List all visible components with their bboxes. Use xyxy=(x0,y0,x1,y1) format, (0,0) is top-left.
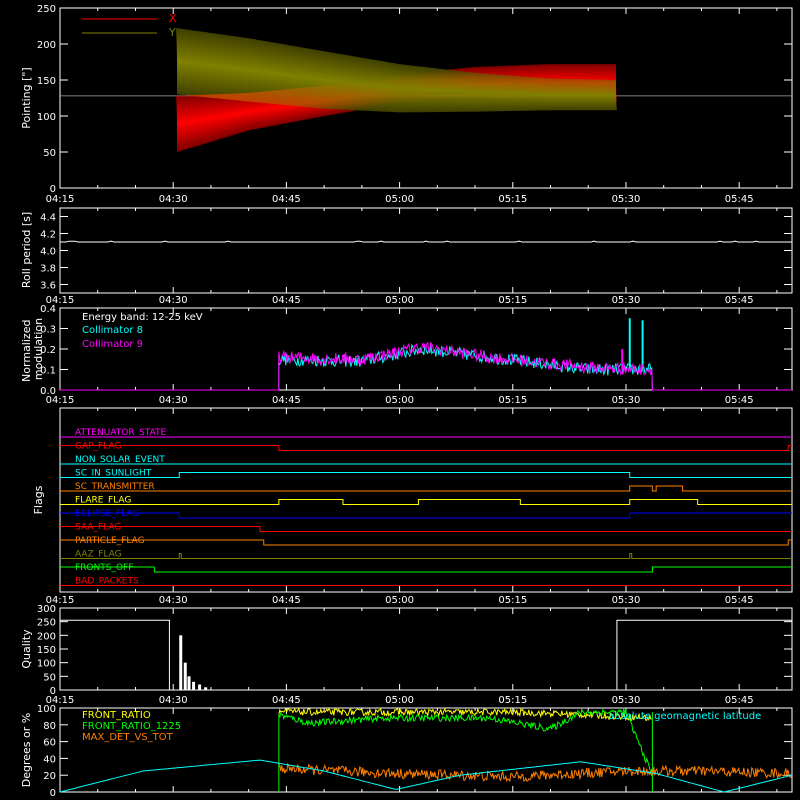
legend-collimator-9: Collimator 9 xyxy=(82,339,143,350)
ratios-y-tick-label: 20 xyxy=(43,771,56,782)
x-tick-label: 05:00 xyxy=(385,194,414,205)
x-tick-label: 05:30 xyxy=(612,395,641,406)
flag-label-sc-transmitter: SC_TRANSMITTER xyxy=(75,482,155,492)
x-tick-label: 04:45 xyxy=(272,295,301,306)
x-tick-label: 04:30 xyxy=(159,695,188,706)
x-tick-label: 05:00 xyxy=(385,395,414,406)
flag-label-gap-flag: GAP_FLAG xyxy=(75,442,121,452)
pointing-y-tick-label: 250 xyxy=(37,4,56,15)
quality-y-tick-label: 250 xyxy=(37,618,56,629)
rhessi-quicklook-figure: Pointing ["] 0 50 100 150 200 250 04:15 04:30 04… xyxy=(0,0,800,800)
energy-band-annotation: Energy band: 12-25 keV xyxy=(82,312,203,323)
x-tick-label: 05:30 xyxy=(612,194,641,205)
ratios-y-tick-label: 80 xyxy=(43,721,56,732)
quality-bar xyxy=(187,676,191,690)
quality-y-tick-label: 100 xyxy=(37,659,56,670)
pointing-y-tick-label: 50 xyxy=(43,148,56,159)
quality-y-tick-label: 300 xyxy=(37,604,56,615)
x-tick-label: 04:30 xyxy=(159,595,188,606)
quality-y-tick-label: 150 xyxy=(37,645,56,656)
flag-label-sc-in-sunlight: SC_IN_SUNLIGHT xyxy=(75,469,152,479)
flags-ylabel: Flags xyxy=(32,485,45,514)
legend-y-label: Y xyxy=(168,26,176,39)
legend-front-ratio-1225: FRONT_RATIO_1225 xyxy=(82,721,181,732)
roll-y-tick-label: 4.4 xyxy=(40,213,56,224)
x-tick-label: 05:15 xyxy=(498,194,527,205)
x-tick-label: 05:15 xyxy=(498,695,527,706)
quality-y-tick-label: 200 xyxy=(37,631,56,642)
x-tick-label: 05:45 xyxy=(725,194,754,205)
modulation-y-tick-label: 0.1 xyxy=(40,366,56,377)
x-tick-label: 05:30 xyxy=(612,595,641,606)
x-tick-label: 05:45 xyxy=(725,595,754,606)
flag-label-bad-packets: BAD_PACKETS xyxy=(75,577,139,587)
quality-bar xyxy=(198,684,202,690)
modulation-y-tick-label: 0.2 xyxy=(40,345,56,356)
x-tick-label: 05:30 xyxy=(612,295,641,306)
x-tick-label: 05:15 xyxy=(498,295,527,306)
x-tick-label: 04:45 xyxy=(272,695,301,706)
quality-bar xyxy=(192,681,196,690)
x-tick-label: 04:30 xyxy=(159,194,188,205)
geomagnetic-latitude-label: absolute geomagnetic latitude xyxy=(608,711,761,722)
x-tick-label: 05:00 xyxy=(385,295,414,306)
x-tick-label: 04:45 xyxy=(272,595,301,606)
x-tick-label: 05:15 xyxy=(498,595,527,606)
x-tick-label: 04:30 xyxy=(159,295,188,306)
flag-label-aaz-flag: AAZ_FLAG xyxy=(75,550,122,560)
ratios-y-tick-label: 0 xyxy=(50,788,56,799)
x-tick-label: 04:15 xyxy=(46,194,75,205)
legend-front-ratio: FRONT_RATIO xyxy=(82,710,151,721)
roll-y-tick-label: 3.8 xyxy=(40,264,56,275)
pointing-ylabel: Pointing ["] xyxy=(20,67,33,128)
pointing-y-tick-label: 100 xyxy=(37,112,56,123)
flag-label-saa-flag: SAA_FLAG xyxy=(75,523,121,533)
flag-label-eclipse-flag: ECLIPSE_FLAG xyxy=(75,509,139,519)
quality-bar xyxy=(204,687,208,690)
ratios-ylabel: Degrees or % xyxy=(20,713,33,787)
x-tick-label: 05:45 xyxy=(725,295,754,306)
modulation-y-tick-label: 0.4 xyxy=(40,304,56,315)
flag-label-fronts-off: FRONTS_OFF xyxy=(75,563,133,573)
x-tick-label: 05:45 xyxy=(725,695,754,706)
quality-ylabel: Quality xyxy=(20,629,33,669)
legend-x-label: X xyxy=(169,12,177,25)
ratios-y-tick-label: 60 xyxy=(43,738,56,749)
x-tick-label: 05:00 xyxy=(385,695,414,706)
legend-max-det-vs-tot: MAX_DET_VS_TOT xyxy=(82,732,174,743)
flag-label-particle-flag: PARTICLE_FLAG xyxy=(75,536,145,546)
roll-y-tick-label: 4.2 xyxy=(40,230,56,241)
flag-label-flare-flag: FLARE_FLAG xyxy=(75,496,131,506)
x-tick-label: 04:15 xyxy=(46,395,75,406)
x-tick-label: 05:15 xyxy=(498,395,527,406)
modulation-y-tick-label: 0.3 xyxy=(40,325,56,336)
flag-label-non-solar-event: NON_SOLAR_EVENT xyxy=(75,455,165,465)
roll-y-tick-label: 4.0 xyxy=(40,247,56,258)
x-tick-label: 05:45 xyxy=(725,395,754,406)
roll-ylabel: Roll period [s] xyxy=(20,212,33,288)
quality-bar xyxy=(179,635,183,690)
pointing-y-tick-label: 150 xyxy=(37,76,56,87)
x-tick-label: 04:45 xyxy=(272,395,301,406)
pointing-y-tick-label: 200 xyxy=(37,40,56,51)
ratios-y-tick-label: 100 xyxy=(37,704,56,715)
x-tick-label: 05:30 xyxy=(612,695,641,706)
quality-bar xyxy=(183,662,187,690)
quality-y-tick-label: 50 xyxy=(43,672,56,683)
roll-y-tick-label: 3.6 xyxy=(40,281,56,292)
flag-label-attenuator-state: ATTENUATOR_STATE xyxy=(75,428,167,438)
x-tick-label: 04:30 xyxy=(159,395,188,406)
x-tick-label: 05:00 xyxy=(385,595,414,606)
ratios-y-tick-label: 40 xyxy=(43,754,56,765)
legend-collimator-8: Collimator 8 xyxy=(82,325,143,336)
x-tick-label: 04:45 xyxy=(272,194,301,205)
